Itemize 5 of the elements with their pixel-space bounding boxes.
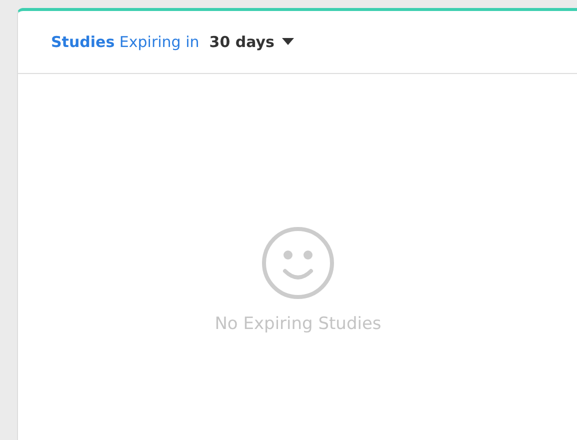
panel-title: Studies Expiring in (51, 33, 200, 51)
smiley-icon (261, 226, 335, 300)
empty-message: No Expiring Studies (214, 314, 382, 334)
caret-icon (282, 38, 294, 46)
period-dropdown[interactable]: 30 days (209, 33, 294, 51)
